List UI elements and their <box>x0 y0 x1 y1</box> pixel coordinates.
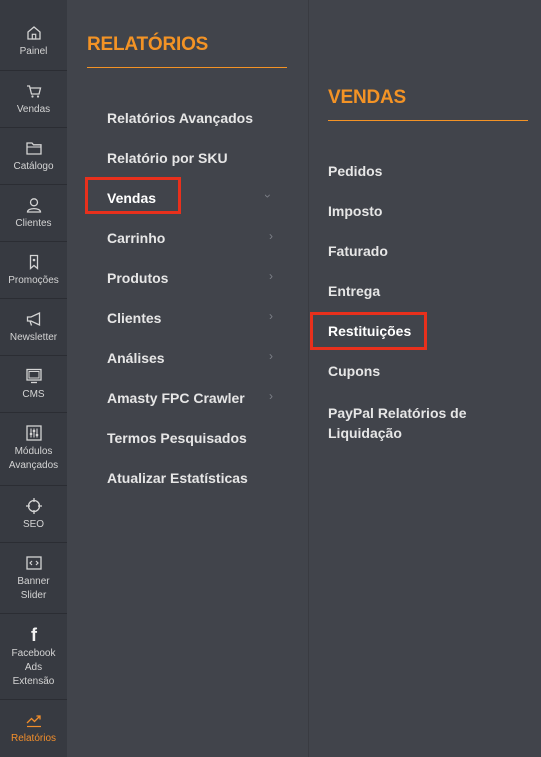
submenu-item-cupons[interactable]: Cupons <box>328 363 380 379</box>
chevron-right-icon: › <box>269 349 273 363</box>
nav-item-clientes[interactable]: Clientes <box>0 185 67 242</box>
nav-item-facebook-ads[interactable]: f Facebook Ads Extensão <box>0 614 67 700</box>
chevron-right-icon: › <box>269 269 273 283</box>
sales-submenu-panel: VENDAS Pedidos Imposto Faturado Entrega … <box>308 0 541 757</box>
panel-title: VENDAS <box>328 87 406 108</box>
menu-item-analises[interactable]: Análises <box>107 350 165 366</box>
nav-label: Promoções <box>8 275 59 286</box>
submenu-item-paypal-relatorios-de-liquidacao[interactable]: PayPal Relatórios de Liquidação <box>328 403 488 443</box>
menu-item-relatorios-avancados[interactable]: Relatórios Avançados <box>107 110 253 126</box>
nav-label: CMS <box>22 389 45 400</box>
menu-item-produtos[interactable]: Produtos <box>107 270 168 286</box>
nav-label: Newsletter <box>9 332 58 343</box>
menu-item-termos-pesquisados[interactable]: Termos Pesquisados <box>107 430 247 446</box>
home-icon <box>26 26 41 40</box>
nav-label: Painel <box>19 46 48 57</box>
nav-item-newsletter[interactable]: Newsletter <box>0 299 67 356</box>
nav-item-seo[interactable]: SEO <box>0 486 67 543</box>
svg-text:f: f <box>31 625 38 644</box>
code-icon <box>25 556 42 570</box>
monitor-icon <box>25 368 42 384</box>
nav-label: Banner Slider <box>17 576 50 601</box>
nav-item-cms[interactable]: CMS <box>0 356 67 413</box>
nav-label: Facebook Ads Extensão <box>11 648 56 687</box>
chevron-right-icon: › <box>269 389 273 403</box>
sliders-icon <box>25 425 42 441</box>
nav-label: Vendas <box>16 104 51 115</box>
nav-item-relatorios[interactable]: Relatórios <box>0 700 67 757</box>
title-underline <box>328 120 528 121</box>
nav-label: Clientes <box>15 218 52 229</box>
title-underline <box>87 67 287 68</box>
user-icon <box>26 198 41 213</box>
highlight-box-restituicoes <box>310 312 427 350</box>
chevron-down-icon: › <box>261 194 275 198</box>
nav-item-vendas[interactable]: Vendas <box>0 71 67 128</box>
megaphone-icon <box>26 311 40 327</box>
trending-up-icon <box>26 715 41 728</box>
nav-item-banner-slider[interactable]: Banner Slider <box>0 543 67 614</box>
submenu-item-pedidos[interactable]: Pedidos <box>328 163 382 179</box>
nav-label: Catálogo <box>13 161 54 172</box>
highlight-box-vendas <box>85 177 181 214</box>
nav-label: Relatórios <box>10 733 57 744</box>
reports-submenu-panel: RELATÓRIOS Relatórios Avançados Relatóri… <box>67 0 308 757</box>
cart-icon <box>26 85 41 98</box>
menu-item-amasty-fpc-crawler[interactable]: Amasty FPC Crawler <box>107 390 245 406</box>
admin-sidebar-nav: Painel Vendas Catálogo Clientes Promoçõe… <box>0 0 67 757</box>
chevron-right-icon: › <box>269 229 273 243</box>
menu-item-relatorio-por-sku[interactable]: Relatório por SKU <box>107 150 228 166</box>
facebook-icon: f <box>31 625 38 644</box>
submenu-item-imposto[interactable]: Imposto <box>328 203 382 219</box>
nav-item-catalogo[interactable]: Catálogo <box>0 128 67 185</box>
menu-item-atualizar-estatisticas[interactable]: Atualizar Estatísticas <box>107 470 248 486</box>
crosshair-icon <box>25 498 42 514</box>
folder-icon <box>25 142 42 155</box>
nav-label: Módulos Avançados <box>8 446 59 471</box>
nav-label: SEO <box>22 519 45 530</box>
tag-icon <box>29 254 38 270</box>
chevron-right-icon: › <box>269 309 273 323</box>
submenu-item-faturado[interactable]: Faturado <box>328 243 388 259</box>
nav-item-promocoes[interactable]: Promoções <box>0 242 67 299</box>
submenu-item-entrega[interactable]: Entrega <box>328 283 380 299</box>
nav-item-modulos-avancados[interactable]: Módulos Avançados <box>0 413 67 486</box>
panel-title: RELATÓRIOS <box>87 34 209 55</box>
nav-item-painel[interactable]: Painel <box>0 0 67 71</box>
menu-item-carrinho[interactable]: Carrinho <box>107 230 165 246</box>
menu-item-clientes[interactable]: Clientes <box>107 310 161 326</box>
